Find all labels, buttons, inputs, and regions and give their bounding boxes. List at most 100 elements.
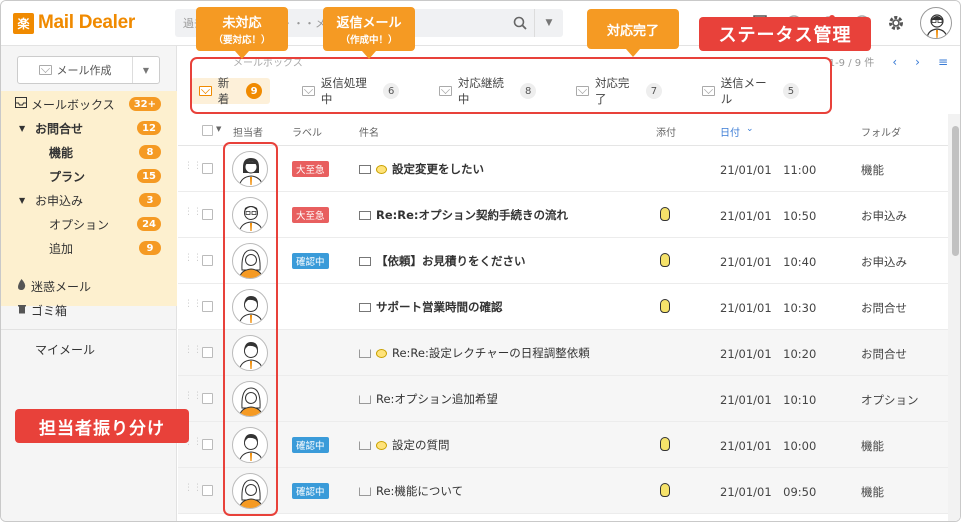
logo[interactable]: 楽 Mail Dealer (13, 12, 135, 34)
sidebar-item-trash[interactable]: ゴミ箱 (1, 298, 177, 322)
column-assignee[interactable]: 担当者 (233, 124, 263, 139)
attachment-icon[interactable] (660, 299, 670, 313)
table-row[interactable]: ⋮⋮ 確認中 設定の質問 21/01/01 10:00 機能 (178, 422, 948, 468)
caret-down-icon[interactable]: ▼ (19, 124, 35, 133)
table-row[interactable]: ⋮⋮ Re:オプション追加希望 21/01/01 10:10 オプション (178, 376, 948, 422)
sidebar-item-application[interactable]: ▼ お申込み 3 (1, 188, 177, 212)
mail-folder: 機能 (861, 485, 884, 499)
row-checkbox[interactable] (202, 347, 213, 358)
mail-subject[interactable]: 設定の質問 (359, 437, 450, 453)
inbox-icon (15, 97, 31, 111)
attachment-icon[interactable] (660, 483, 670, 497)
sidebar-item-option[interactable]: オプション 24 (1, 212, 177, 236)
column-label[interactable]: ラベル (292, 124, 322, 139)
sidebar-item-label: 迷惑メール (31, 279, 92, 294)
callout-title: 対応完了 (606, 23, 659, 39)
label-badge[interactable]: 確認中 (292, 437, 329, 453)
column-subject[interactable]: 件名 (359, 124, 379, 139)
sidebar-item-label: お申込み (35, 193, 84, 208)
drag-handle-icon[interactable]: ⋮⋮ (184, 392, 202, 404)
table-row[interactable]: ⋮⋮ サポート営業時間の確認 21/01/01 10:30 お問合せ (178, 284, 948, 330)
attachment-icon[interactable] (660, 253, 670, 267)
drag-handle-icon[interactable]: ⋮⋮ (184, 346, 202, 358)
prev-page-chevron-left-icon[interactable]: ‹ (892, 55, 897, 69)
row-checkbox[interactable] (202, 255, 213, 266)
caret-down-icon[interactable]: ▼ (19, 196, 35, 205)
mail-subject[interactable]: Re:Re:オプション契約手続きの流れ (359, 207, 568, 223)
table-row[interactable]: ⋮⋮ Re:Re:設定レクチャーの日程調整依頼 21/01/01 10:20 お問合せ (178, 330, 948, 376)
sidebar-item-mymail[interactable]: マイメール (1, 337, 177, 361)
mail-subject[interactable]: Re:オプション追加希望 (359, 391, 498, 407)
label-badge[interactable]: 確認中 (292, 483, 329, 499)
row-checkbox[interactable] (202, 163, 213, 174)
attachment-icon[interactable] (660, 437, 670, 451)
mail-subject[interactable]: サポート営業時間の確認 (359, 299, 503, 315)
envelope-open-icon (359, 486, 371, 496)
row-checkbox[interactable] (202, 393, 213, 404)
drag-handle-icon[interactable]: ⋮⋮ (184, 300, 202, 312)
row-checkbox[interactable] (202, 301, 213, 312)
mail-subject[interactable]: 【依頼】お見積りをください (359, 253, 526, 269)
table-row[interactable]: ⋮⋮ 確認中 【依頼】お見積りをください 21/01/01 10:40 お申込み (178, 238, 948, 284)
trash-icon (17, 303, 31, 317)
table-row[interactable]: ⋮⋮ 大至急 設定変更をしたい 21/01/01 11:00 機能 (178, 146, 948, 192)
list-view-icon[interactable]: ≡ (938, 55, 948, 69)
gear-icon[interactable] (886, 13, 906, 33)
sidebar-item-add[interactable]: 追加 9 (1, 236, 177, 260)
sidebar-item-plan[interactable]: プラン 15 (1, 164, 177, 188)
select-all-checkbox[interactable] (202, 125, 213, 136)
drag-handle-icon[interactable]: ⋮⋮ (184, 208, 202, 220)
mail-folder: お問合せ (861, 347, 907, 361)
drag-handle-icon[interactable]: ⋮⋮ (184, 162, 202, 174)
sidebar-item-label: ゴミ箱 (31, 303, 68, 318)
sidebar-item-inquiry[interactable]: ▼ お問合せ 12 (1, 116, 177, 140)
sidebar: メール作成 ▼ メールボックス 32+ ▼ お問合せ 12 機能 8 プラン 1… (1, 46, 177, 521)
pager: 1-9 / 9 件 ‹ › ≡ (829, 54, 948, 70)
label-badge[interactable]: 大至急 (292, 161, 329, 177)
sort-desc-chevron-down-icon[interactable]: ⌄ (746, 124, 754, 134)
logo-text: Mail Dealer (38, 12, 136, 33)
scrollbar[interactable] (948, 114, 960, 521)
label-badge[interactable]: 大至急 (292, 207, 329, 223)
search-options-chevron-down-icon[interactable]: ▼ (535, 9, 563, 37)
subject-text: 設定の質問 (392, 438, 450, 452)
mail-folder: お申込み (861, 255, 907, 269)
label-badge[interactable]: 確認中 (292, 253, 329, 269)
row-checkbox[interactable] (202, 485, 213, 496)
sidebar-item-label: プラン (49, 169, 86, 184)
search-icon[interactable] (505, 9, 535, 37)
compose-button-group: メール作成 ▼ (17, 56, 160, 84)
mail-subject[interactable]: Re:機能について (359, 483, 463, 499)
subject-text: サポート営業時間の確認 (376, 300, 503, 314)
attachment-icon[interactable] (660, 207, 670, 221)
mail-subject[interactable]: Re:Re:設定レクチャーの日程調整依頼 (359, 345, 590, 361)
envelope-icon (359, 302, 371, 312)
drag-handle-icon[interactable]: ⋮⋮ (184, 484, 202, 496)
sidebar-item-function[interactable]: 機能 8 (1, 140, 177, 164)
table-row[interactable]: ⋮⋮ 確認中 Re:機能について 21/01/01 09:50 機能 (178, 468, 948, 514)
column-date[interactable]: 日付 (720, 124, 740, 139)
scrollbar-thumb[interactable] (952, 126, 959, 256)
sidebar-item-label: 機能 (49, 145, 74, 160)
drag-handle-icon[interactable]: ⋮⋮ (184, 254, 202, 266)
callout-title: 未対応 (222, 16, 262, 31)
compose-button[interactable]: メール作成 (18, 57, 133, 83)
count-badge: 32+ (128, 97, 161, 111)
sidebar-item-spam[interactable]: 迷惑メール (1, 274, 177, 298)
column-attachment[interactable]: 添付 (656, 124, 676, 139)
row-checkbox[interactable] (202, 209, 213, 220)
table-row[interactable]: ⋮⋮ 大至急 Re:Re:オプション契約手続きの流れ 21/01/01 10:50 お申… (178, 192, 948, 238)
sidebar-item-label: メールボックス (31, 97, 115, 112)
row-checkbox[interactable] (202, 439, 213, 450)
column-folder[interactable]: フォルダ (861, 124, 901, 139)
comment-icon (376, 164, 387, 174)
mail-date: 21/01/01 10:50 (720, 209, 817, 223)
next-page-chevron-right-icon[interactable]: › (915, 55, 920, 69)
mail-subject[interactable]: 設定変更をしたい (359, 161, 484, 177)
flame-icon (17, 279, 31, 293)
compose-chevron-down-icon[interactable]: ▼ (133, 57, 159, 83)
select-menu-chevron-down-icon[interactable]: ▼ (216, 125, 221, 133)
mail-date: 21/01/01 10:40 (720, 255, 817, 269)
sidebar-item-mailbox[interactable]: メールボックス 32+ (1, 92, 177, 116)
user-avatar[interactable] (920, 7, 952, 39)
